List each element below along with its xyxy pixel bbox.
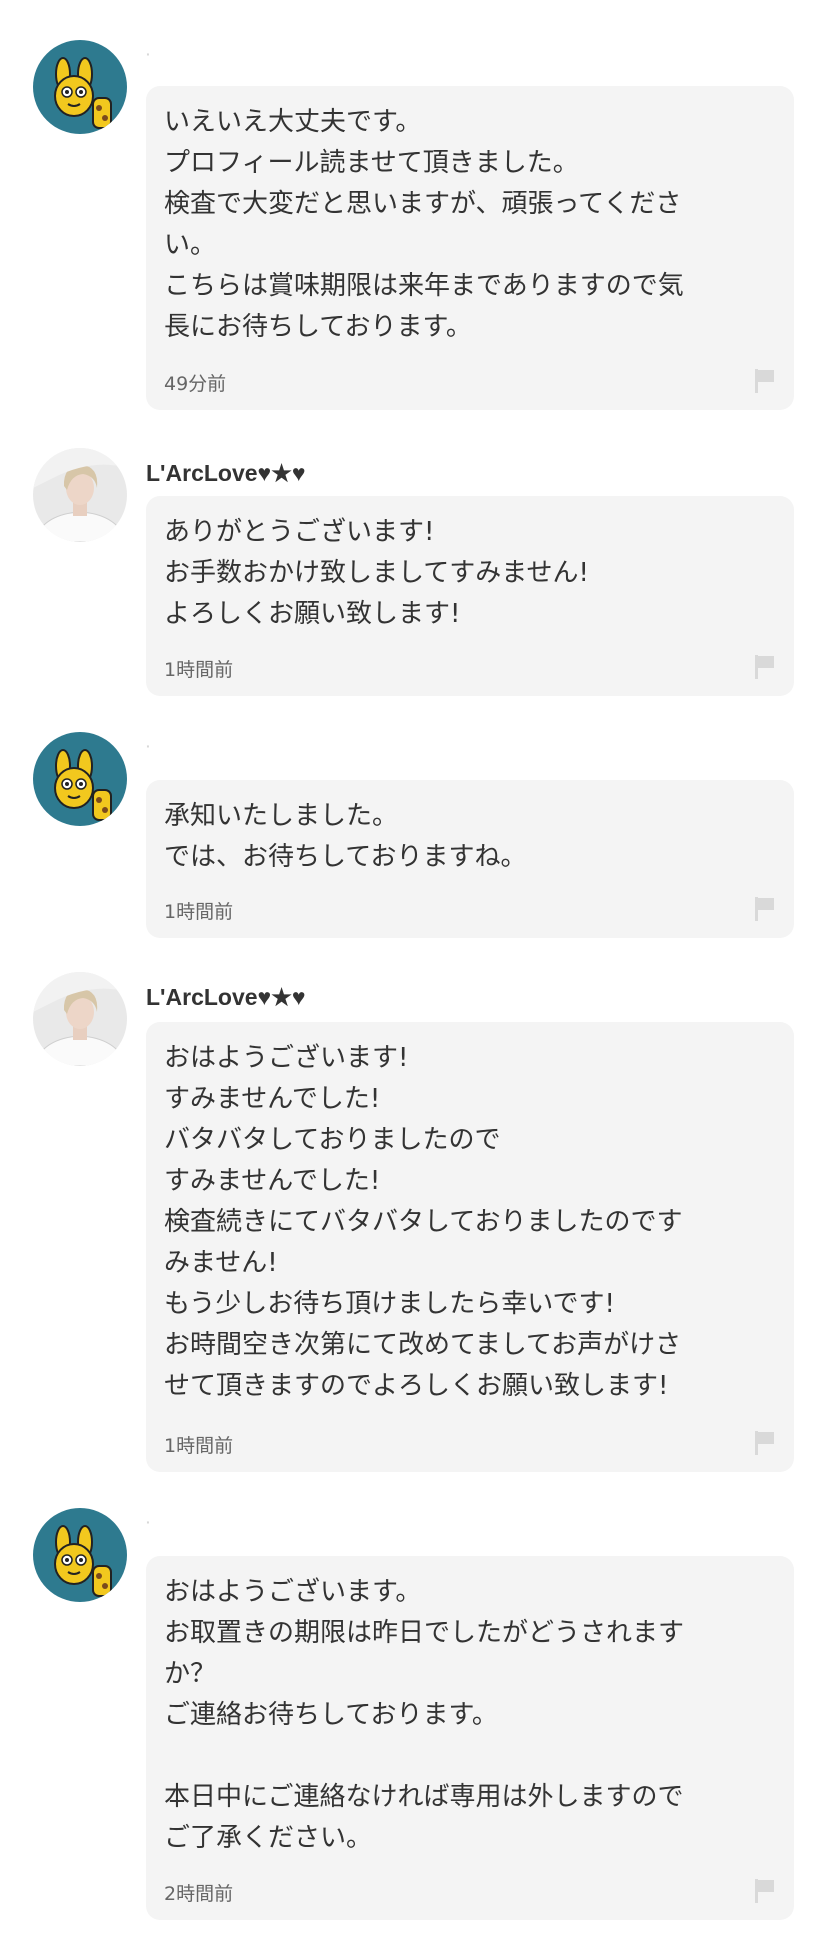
username[interactable]: L'ArcLove♥★♥ [146,984,305,1011]
comment-body: 承知いたしました。 では、お待ちしておりますね。 [164,801,527,872]
giraffe-avatar-icon [33,1508,127,1602]
comment-bubble: 承知いたしました。 では、お待ちしておりますね。 1時間前 [146,780,794,938]
avatar[interactable] [33,40,127,134]
username[interactable]: · [146,738,151,754]
flag-icon[interactable] [754,1878,776,1904]
giraffe-avatar-icon [33,732,127,826]
username[interactable]: · [146,1514,151,1530]
avatar[interactable] [33,1508,127,1602]
timestamp: 2時間前 [164,1883,234,1905]
timestamp: 1時間前 [164,659,234,681]
comment-body: いえいえ大丈夫です。 プロフィール読ませて頂きました。 検査で大変だと思いますが… [164,107,684,342]
comment-bubble: おはようございます。 お取置きの期限は昨日でしたがどうされます か？ ご連絡お待… [146,1556,794,1920]
giraffe-avatar-icon [33,40,127,134]
comment-bubble: ありがとうございます! お手数おかけ致しましてすみません! よろしくお願い致しま… [146,496,794,696]
timestamp: 1時間前 [164,901,234,923]
person-avatar-icon [33,972,127,1066]
avatar[interactable] [33,972,127,1066]
timestamp: 49分前 [164,373,227,395]
flag-icon[interactable] [754,896,776,922]
username[interactable]: · [146,46,151,62]
avatar[interactable] [33,732,127,826]
comment-body: ありがとうございます! お手数おかけ致しましてすみません! よろしくお願い致しま… [164,517,589,629]
comment-body: おはようございます! すみませんでした! バタバタしておりましたので すみません… [164,1043,683,1401]
comment-bubble: いえいえ大丈夫です。 プロフィール読ませて頂きました。 検査で大変だと思いますが… [146,86,794,410]
username[interactable]: L'ArcLove♥★♥ [146,460,305,487]
person-avatar-icon [33,448,127,542]
timestamp: 1時間前 [164,1435,234,1457]
avatar[interactable] [33,448,127,542]
comment-body: おはようございます。 お取置きの期限は昨日でしたがどうされます か？ ご連絡お待… [164,1577,685,1853]
flag-icon[interactable] [754,654,776,680]
comment-thread: · いえいえ大丈夫です。 プロフィール読ませて頂きました。 検査で大変だと思いま… [0,0,828,1941]
comment-bubble: おはようございます! すみませんでした! バタバタしておりましたので すみません… [146,1022,794,1472]
flag-icon[interactable] [754,1430,776,1456]
flag-icon[interactable] [754,368,776,394]
